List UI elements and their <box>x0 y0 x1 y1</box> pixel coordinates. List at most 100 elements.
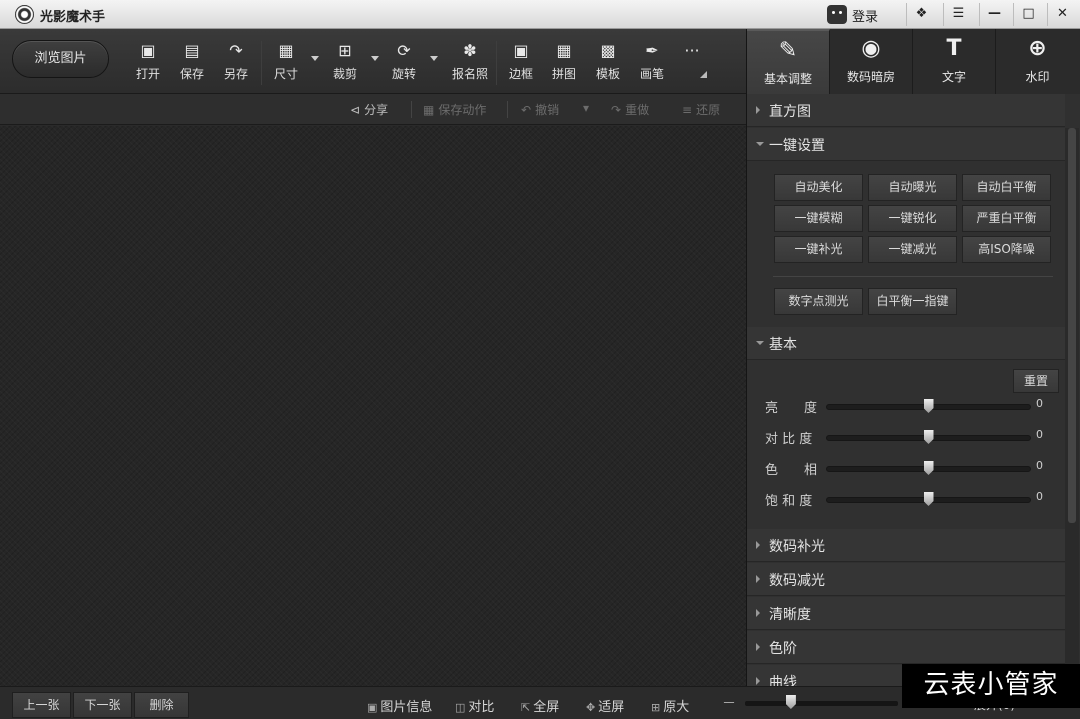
user-avatar-icon[interactable] <box>827 5 847 24</box>
section-title: 清晰度 <box>769 607 811 623</box>
white-balance-picker-button[interactable]: 白平衡一指键 <box>868 288 957 315</box>
section-levels[interactable]: 色阶 <box>747 631 1065 664</box>
section-title: 色阶 <box>769 641 797 657</box>
share-icon: ⊲ <box>350 103 361 117</box>
open-button[interactable]: ▣ 打开 <box>126 41 170 85</box>
section-digital-fill-light[interactable]: 数码补光 <box>747 529 1065 562</box>
spot-metering-button[interactable]: 数字点测光 <box>774 288 863 315</box>
brush-label: 画笔 <box>639 67 664 81</box>
expand-arrow-icon <box>756 643 760 651</box>
slider-thumb[interactable] <box>923 461 934 475</box>
skin-icon[interactable]: ❖ <box>906 3 936 26</box>
open-icon: ▣ <box>140 41 156 60</box>
strong-white-balance-button[interactable]: 严重白平衡 <box>962 205 1051 232</box>
scrollbar-thumb[interactable] <box>1068 128 1076 523</box>
more-icon: ··· <box>684 41 700 60</box>
high-iso-denoise-button[interactable]: 高ISO降噪 <box>962 236 1051 263</box>
darkroom-icon: ◉ <box>861 36 881 61</box>
save-as-button[interactable]: ↷ 另存 <box>214 41 258 85</box>
frame-label: 边框 <box>508 67 533 81</box>
slider-thumb[interactable] <box>923 399 934 413</box>
slider-thumb[interactable] <box>923 430 934 444</box>
saturation-slider[interactable]: 饱 和 度 0 <box>747 489 1065 509</box>
one-click-reduce-light-button[interactable]: 一键减光 <box>868 236 957 263</box>
auto-white-balance-button[interactable]: 自动白平衡 <box>962 174 1051 201</box>
frame-icon: ▣ <box>513 41 529 60</box>
undo-button[interactable]: ↶ 撤销 <box>521 101 559 118</box>
slider-value: 0 <box>1036 428 1043 441</box>
tab-darkroom[interactable]: ◉ 数码暗房 <box>830 29 913 94</box>
rotate-label: 旋转 <box>391 67 416 81</box>
collage-button[interactable]: ▦ 拼图 <box>542 41 586 85</box>
compare-button[interactable]: ◫ 对比 <box>455 696 494 715</box>
share-button[interactable]: ⊲ 分享 <box>350 101 388 118</box>
original-size-button[interactable]: ⊞ 原大 <box>651 696 689 715</box>
restore-button[interactable]: ≡ 还原 <box>682 101 720 118</box>
template-button[interactable]: ▩ 模板 <box>586 41 630 85</box>
expand-corner-icon[interactable] <box>700 71 707 78</box>
reset-button[interactable]: 重置 <box>1013 369 1059 393</box>
menu-icon[interactable]: ☰ <box>943 3 973 26</box>
tab-watermark[interactable]: ⊕ 水印 <box>996 29 1079 94</box>
expand-arrow-icon <box>756 575 760 583</box>
id-photo-button[interactable]: ✽ 报名照 <box>448 41 492 85</box>
frame-button[interactable]: ▣ 边框 <box>499 41 543 85</box>
slider-value: 0 <box>1036 490 1043 503</box>
tab-text[interactable]: T 文字 <box>913 29 996 94</box>
section-clarity[interactable]: 清晰度 <box>747 597 1065 630</box>
undo-dropdown-icon[interactable]: ▾ <box>583 101 589 115</box>
next-image-button[interactable]: 下一张 <box>73 692 132 718</box>
hue-slider[interactable]: 色 相 0 <box>747 458 1065 478</box>
auto-beautify-button[interactable]: 自动美化 <box>774 174 863 201</box>
minimize-icon[interactable]: — <box>979 3 1009 26</box>
one-click-sharpen-button[interactable]: 一键锐化 <box>868 205 957 232</box>
rotate-button[interactable]: ⟳ 旋转 <box>382 41 426 85</box>
redo-button[interactable]: ↷ 重做 <box>611 101 649 118</box>
restore-icon: ≡ <box>682 103 693 117</box>
image-info-button[interactable]: ▣ 图片信息 <box>367 696 432 715</box>
more-button[interactable]: ··· <box>670 41 714 85</box>
zoom-out-button[interactable]: － <box>722 693 736 713</box>
tab-basic-adjust[interactable]: ✎ 基本调整 <box>747 29 830 94</box>
delete-button[interactable]: 删除 <box>134 692 189 718</box>
one-click-blur-button[interactable]: 一键模糊 <box>774 205 863 232</box>
rotate-dropdown-icon[interactable] <box>430 56 438 61</box>
crop-dropdown-icon[interactable] <box>371 56 379 61</box>
brightness-slider[interactable]: 亮 度 0 <box>747 396 1065 416</box>
expand-arrow-icon <box>756 541 760 549</box>
one-click-fill-light-button[interactable]: 一键补光 <box>774 236 863 263</box>
image-canvas[interactable] <box>0 126 746 686</box>
toolbar-divider <box>261 41 262 85</box>
save-action-button[interactable]: ▦ 保存动作 <box>423 101 486 118</box>
crop-button[interactable]: ⊞ 裁剪 <box>323 41 367 85</box>
panel-scrollbar[interactable] <box>1065 128 1079 686</box>
undo-icon: ↶ <box>521 103 532 117</box>
fit-screen-button[interactable]: ✥ 适屏 <box>586 696 624 715</box>
browse-images-button[interactable]: 浏览图片 <box>12 40 109 78</box>
size-button[interactable]: ▦ 尺寸 <box>264 41 308 85</box>
section-digital-reduce-light[interactable]: 数码减光 <box>747 563 1065 596</box>
adjust-icon: ✎ <box>778 38 798 63</box>
slider-thumb[interactable] <box>923 492 934 506</box>
id-photo-icon: ✽ <box>463 41 477 60</box>
save-button[interactable]: ▤ 保存 <box>170 41 214 85</box>
section-histogram[interactable]: 直方图 <box>747 94 1065 127</box>
size-dropdown-icon[interactable] <box>311 56 319 61</box>
app-logo-icon <box>15 5 34 24</box>
edit-action-bar: ⊲ 分享 ▦ 保存动作 ↶ 撤销 ▾ ↷ 重做 ≡ 还原 <box>0 94 746 125</box>
brush-button[interactable]: ✒ 画笔 <box>630 41 674 85</box>
save-action-label: 保存动作 <box>438 103 487 117</box>
maximize-icon[interactable]: □ <box>1013 3 1043 26</box>
section-one-click[interactable]: 一键设置 <box>747 128 1065 161</box>
zoom-slider-thumb[interactable] <box>785 695 796 709</box>
fullscreen-button[interactable]: ⇱ 全屏 <box>521 696 559 715</box>
open-label: 打开 <box>135 67 160 81</box>
section-basic[interactable]: 基本 <box>747 327 1065 360</box>
previous-image-button[interactable]: 上一张 <box>12 692 71 718</box>
auto-exposure-button[interactable]: 自动曝光 <box>868 174 957 201</box>
section-divider <box>773 276 1053 277</box>
zoom-slider-track[interactable] <box>745 701 898 706</box>
contrast-slider[interactable]: 对 比 度 0 <box>747 427 1065 447</box>
close-icon[interactable]: ✕ <box>1047 3 1077 26</box>
login-link[interactable]: 登录 <box>852 6 878 25</box>
